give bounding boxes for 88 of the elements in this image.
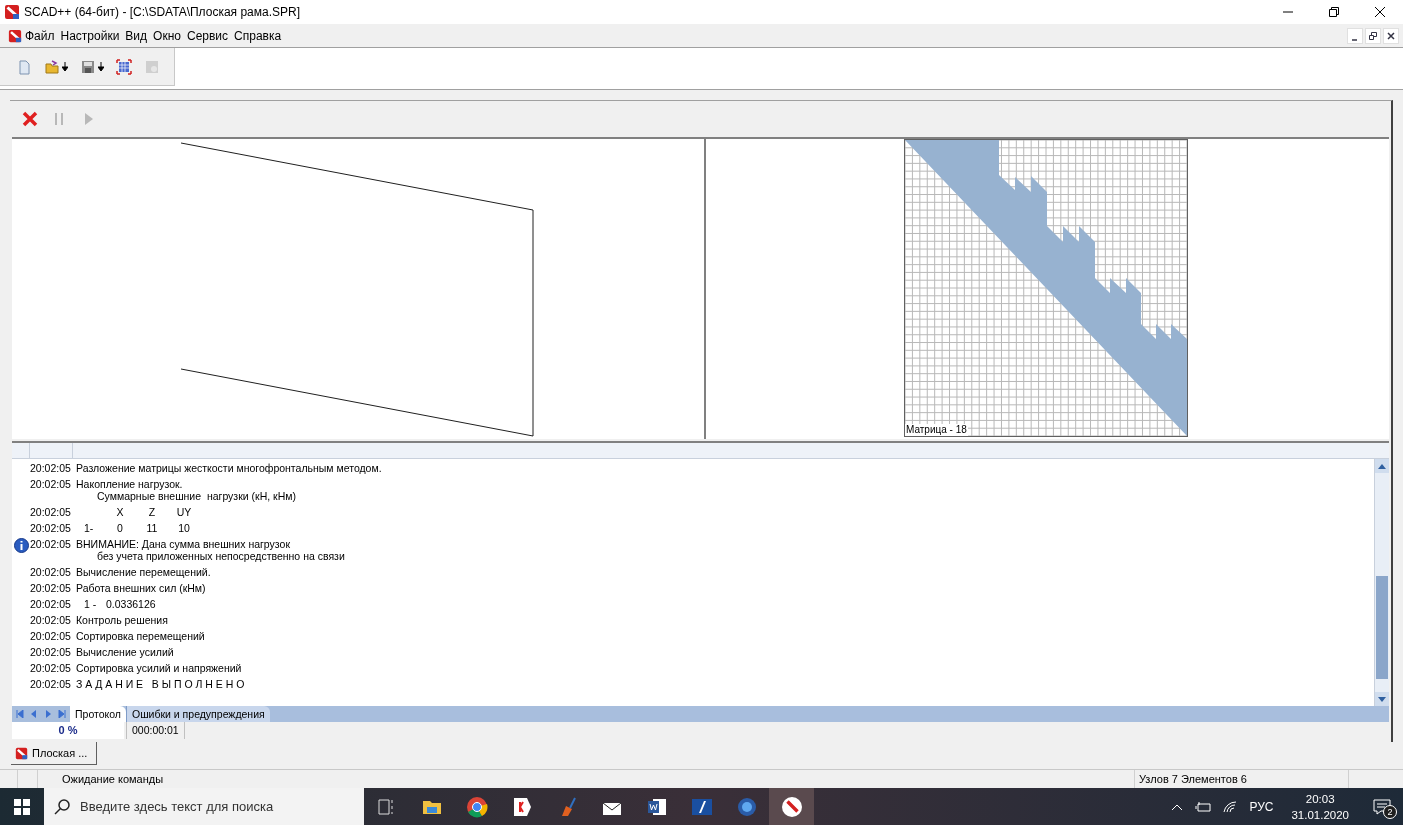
log-time: 20:02:05	[30, 582, 72, 594]
cross-icon	[21, 110, 39, 128]
log-time: 20:02:05	[30, 566, 72, 578]
log-message: Вычисление перемещений.	[76, 566, 211, 578]
log-tab[interactable]: Ошибки и предупреждения	[126, 706, 270, 722]
log-time: 20:02:05	[30, 478, 72, 492]
log-time: 20:02:05	[30, 506, 72, 518]
search-bar[interactable]: Введите здесь текст для поиска	[44, 788, 364, 825]
minimize-icon	[1351, 38, 1359, 41]
menu-item[interactable]: Окно	[150, 26, 184, 45]
minimize-button[interactable]	[1347, 27, 1363, 44]
log-value: UY	[175, 506, 193, 518]
log-time: 20:02:05	[30, 598, 72, 610]
log-value: X	[115, 506, 125, 518]
log-value: 0.0336126	[105, 598, 157, 610]
elapsed-time: 000:00:01	[126, 722, 185, 739]
log-time: 20:02:05	[30, 678, 72, 690]
battery-icon[interactable]	[1195, 800, 1212, 813]
notifications-button[interactable]: 2	[1367, 788, 1397, 825]
log-message: Накопление нагрузок.	[76, 478, 184, 490]
search-field[interactable]: Введите здесь текст для поиска	[80, 796, 350, 817]
language-indicator[interactable]: РУС	[1249, 797, 1274, 816]
close-button[interactable]	[1383, 27, 1399, 44]
log-message: Вычисление усилий	[76, 646, 174, 658]
close-icon	[1375, 7, 1385, 17]
taskbar-app-button[interactable]	[769, 788, 814, 825]
first-page-icon[interactable]	[16, 710, 24, 718]
menu-item[interactable]: Настройки	[57, 26, 123, 45]
circle-logo-icon	[465, 795, 488, 818]
search-icon	[54, 798, 70, 815]
grid-icon	[116, 58, 132, 75]
log-message: Контроль решения	[76, 614, 168, 626]
window-title: SCAD++ (64-бит) - [C:\SDATA\Плоская рама.SPR]	[24, 4, 301, 21]
open-folder-icon	[44, 58, 60, 75]
log-time: 20:02:05	[30, 630, 72, 642]
status-message: Ожидание команды	[62, 771, 164, 787]
log-tab[interactable]: Протокол	[70, 706, 126, 722]
scroll-up-icon[interactable]	[1378, 463, 1386, 469]
scroll-down-icon[interactable]	[1378, 696, 1386, 702]
log-message: Сортировка усилий и напряжений	[76, 662, 242, 674]
close-icon	[1387, 31, 1395, 40]
progress-percent: 0 %	[12, 722, 124, 739]
log-time: 20:02:05	[30, 646, 72, 658]
log-value: 1 -	[83, 598, 98, 610]
restore-icon	[1329, 7, 1339, 17]
log-value: 0	[116, 522, 124, 534]
restore-button[interactable]	[1365, 27, 1381, 44]
log-time: 20:02:05	[30, 662, 72, 674]
matrix-label: Матрица - 18	[905, 424, 968, 436]
clock[interactable]: 20:03 31.01.2020	[1285, 790, 1355, 823]
log-time: 20:02:05	[30, 462, 72, 474]
log-value: 1-	[83, 522, 95, 534]
log-message: Работа внешних сил (кНм)	[76, 582, 206, 594]
log-message: ВНИМАНИЕ: Дана сумма внешних нагрузок	[76, 538, 291, 550]
windows-logo-icon	[14, 798, 30, 815]
menu-item[interactable]: Файл	[22, 26, 58, 45]
log-value: Z	[147, 506, 157, 518]
wifi-icon[interactable]	[1223, 800, 1238, 813]
log-message: Сортировка перемещений	[76, 630, 205, 642]
new-file-icon	[16, 58, 32, 75]
log-message: Суммарные внешние нагрузки (кН, кНм)	[96, 490, 296, 502]
scrollbar-thumb[interactable]	[1376, 576, 1388, 679]
previous-icon[interactable]	[30, 710, 38, 718]
log-time: 20:02:05	[30, 614, 72, 626]
last-page-icon[interactable]	[58, 710, 66, 718]
restore-icon	[1369, 31, 1377, 40]
app-logo-icon	[15, 746, 28, 760]
menu-item[interactable]: Справка	[231, 26, 285, 45]
app-logo-icon	[780, 795, 803, 818]
menu-item[interactable]: Вид	[122, 26, 151, 45]
menu-item[interactable]: Сервис	[183, 26, 232, 45]
log-message: без учета приложенных непосредственно на связи	[96, 550, 345, 562]
dropdown-arrow-icon	[62, 62, 68, 71]
notification-icon	[1373, 798, 1391, 815]
log-time: 20:02:05	[30, 538, 72, 552]
log-value: 10	[177, 522, 191, 534]
dropdown-arrow-icon	[98, 62, 104, 71]
document-tab[interactable]: Плоская ...	[11, 742, 97, 765]
chevron-up-icon[interactable]	[1171, 802, 1184, 811]
app-logo-icon	[4, 4, 20, 20]
app-logo-icon	[8, 28, 22, 43]
next-icon[interactable]	[44, 710, 52, 718]
log-message: З А Д А Н И Е В Ы П О Л Н Е Н О	[76, 678, 245, 690]
log-value: 11	[145, 522, 159, 534]
log-time: 20:02:05	[30, 522, 72, 534]
globe-icon	[735, 795, 758, 818]
notification-count: 2	[1383, 805, 1397, 819]
log-message: Разложение матрицы жесткости многофронтальным методом.	[76, 462, 382, 474]
